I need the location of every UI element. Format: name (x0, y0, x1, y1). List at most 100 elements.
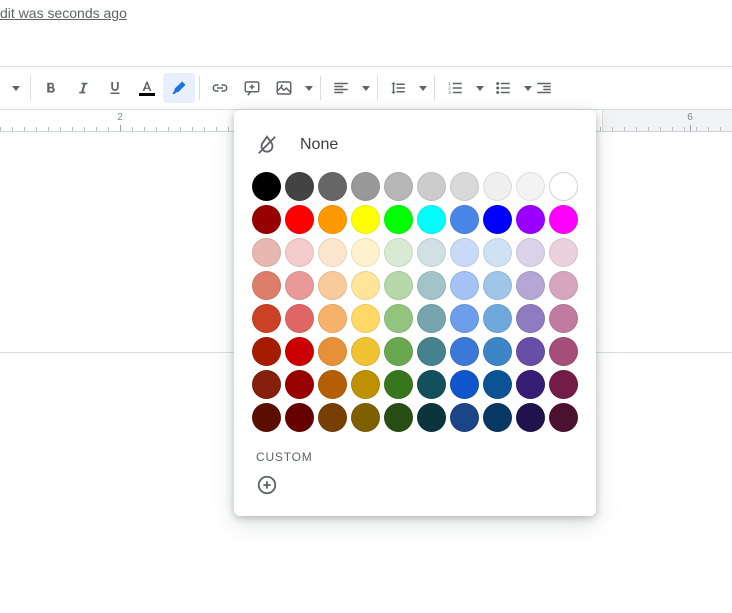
color-swatch[interactable] (417, 403, 446, 432)
color-swatch[interactable] (252, 172, 281, 201)
color-swatch[interactable] (516, 304, 545, 333)
color-swatch[interactable] (483, 238, 512, 267)
color-swatch[interactable] (384, 337, 413, 366)
color-swatch[interactable] (285, 370, 314, 399)
color-swatch[interactable] (483, 205, 512, 234)
image-dropdown-caret[interactable] (300, 73, 316, 103)
color-swatch[interactable] (351, 271, 380, 300)
color-swatch[interactable] (417, 238, 446, 267)
color-swatch[interactable] (252, 238, 281, 267)
color-swatch[interactable] (483, 337, 512, 366)
color-swatch[interactable] (549, 271, 578, 300)
numbered-list-group[interactable]: 123 (439, 73, 487, 103)
color-swatch[interactable] (549, 205, 578, 234)
color-swatch[interactable] (483, 403, 512, 432)
insert-image-group[interactable] (268, 73, 316, 103)
color-swatch[interactable] (417, 337, 446, 366)
color-swatch[interactable] (549, 337, 578, 366)
color-swatch[interactable] (384, 403, 413, 432)
color-swatch[interactable] (351, 337, 380, 366)
color-swatch[interactable] (318, 403, 347, 432)
color-swatch[interactable] (417, 271, 446, 300)
align-dropdown-caret[interactable] (357, 73, 373, 103)
color-swatch[interactable] (450, 172, 479, 201)
add-comment-button[interactable] (236, 73, 268, 103)
color-swatch[interactable] (351, 238, 380, 267)
color-swatch[interactable] (318, 205, 347, 234)
color-swatch[interactable] (417, 370, 446, 399)
color-swatch[interactable] (483, 271, 512, 300)
line-spacing-group[interactable] (382, 73, 430, 103)
color-swatch[interactable] (384, 205, 413, 234)
color-swatch[interactable] (285, 337, 314, 366)
color-swatch[interactable] (351, 403, 380, 432)
styles-dropdown[interactable] (4, 73, 26, 103)
color-swatch[interactable] (483, 172, 512, 201)
color-swatch[interactable] (351, 370, 380, 399)
color-swatch[interactable] (252, 304, 281, 333)
color-swatch[interactable] (450, 205, 479, 234)
spacing-dropdown-caret[interactable] (414, 73, 430, 103)
text-color-button[interactable] (131, 73, 163, 103)
color-swatch[interactable] (549, 370, 578, 399)
color-swatch[interactable] (252, 271, 281, 300)
color-swatch[interactable] (549, 403, 578, 432)
color-swatch[interactable] (351, 304, 380, 333)
color-swatch[interactable] (384, 271, 413, 300)
color-swatch[interactable] (285, 304, 314, 333)
align-group[interactable] (325, 73, 373, 103)
color-swatch[interactable] (516, 403, 545, 432)
color-swatch[interactable] (318, 370, 347, 399)
color-swatch[interactable] (252, 337, 281, 366)
color-swatch[interactable] (384, 238, 413, 267)
color-swatch[interactable] (252, 403, 281, 432)
last-edit-status[interactable]: dit was seconds ago (0, 5, 127, 21)
bulleted-dropdown-caret[interactable] (519, 73, 535, 103)
color-swatch[interactable] (516, 337, 545, 366)
color-swatch[interactable] (516, 205, 545, 234)
color-swatch[interactable] (252, 205, 281, 234)
italic-button[interactable] (67, 73, 99, 103)
color-swatch[interactable] (318, 304, 347, 333)
color-swatch[interactable] (417, 205, 446, 234)
color-swatch[interactable] (417, 304, 446, 333)
color-swatch[interactable] (351, 205, 380, 234)
color-swatch[interactable] (384, 304, 413, 333)
color-swatch[interactable] (450, 337, 479, 366)
color-swatch[interactable] (516, 238, 545, 267)
color-swatch[interactable] (318, 271, 347, 300)
color-swatch[interactable] (318, 172, 347, 201)
color-swatch[interactable] (483, 304, 512, 333)
bulleted-list-group[interactable] (487, 73, 535, 103)
add-custom-color-button[interactable] (254, 472, 280, 498)
color-none-option[interactable]: None (250, 126, 580, 170)
color-swatch[interactable] (516, 271, 545, 300)
highlight-color-button[interactable] (163, 73, 195, 103)
color-swatch[interactable] (450, 370, 479, 399)
color-swatch[interactable] (450, 403, 479, 432)
color-swatch[interactable] (483, 370, 512, 399)
color-swatch[interactable] (285, 238, 314, 267)
color-swatch[interactable] (417, 172, 446, 201)
bold-button[interactable] (35, 73, 67, 103)
color-swatch[interactable] (549, 304, 578, 333)
color-swatch[interactable] (384, 172, 413, 201)
color-swatch[interactable] (318, 337, 347, 366)
color-swatch[interactable] (285, 205, 314, 234)
color-swatch[interactable] (318, 238, 347, 267)
color-swatch[interactable] (285, 172, 314, 201)
more-button[interactable] (535, 73, 553, 103)
color-swatch[interactable] (384, 370, 413, 399)
color-swatch[interactable] (549, 172, 578, 201)
color-swatch[interactable] (450, 304, 479, 333)
color-swatch[interactable] (351, 172, 380, 201)
color-swatch[interactable] (285, 271, 314, 300)
color-swatch[interactable] (285, 403, 314, 432)
color-swatch[interactable] (549, 238, 578, 267)
underline-button[interactable] (99, 73, 131, 103)
numbered-dropdown-caret[interactable] (471, 73, 487, 103)
color-swatch[interactable] (516, 370, 545, 399)
insert-link-button[interactable] (204, 73, 236, 103)
color-swatch[interactable] (516, 172, 545, 201)
color-swatch[interactable] (450, 238, 479, 267)
